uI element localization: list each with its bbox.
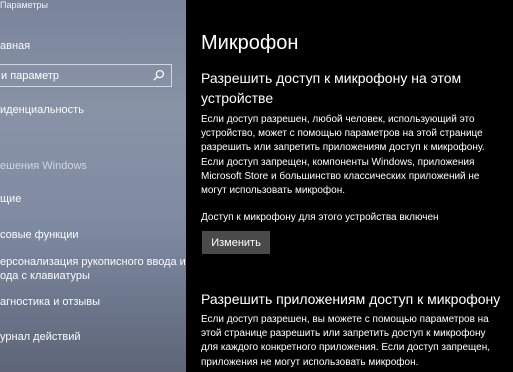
window-title: Параметры [0, 0, 48, 10]
sidebar: Параметры авная и параметр иденциальност… [0, 0, 186, 372]
sidebar-item-inking-typing[interactable]: ерсонализация рукописного ввода и [0, 256, 186, 268]
device-access-status: Доступ к микрофону для этого устройства … [201, 212, 439, 223]
apps-access-heading: Разрешить приложениям доступ к микрофону [201, 291, 501, 307]
device-access-heading: Разрешить доступ к микрофону на этом уст… [201, 70, 462, 106]
page-title: Микрофон [201, 32, 299, 54]
sidebar-item-inking-typing-cont[interactable]: ода с клавиатуры [0, 270, 90, 282]
apps-access-description: Если доступ разрешен, вы можете с помощь… [201, 314, 491, 368]
search-placeholder: и параметр [1, 70, 59, 82]
sidebar-item-speech[interactable]: совые функции [0, 229, 79, 241]
sidebar-item-home[interactable]: авная [0, 40, 30, 52]
main-content: Микрофон Разрешить доступ к микрофону на… [186, 0, 513, 372]
sidebar-item-diagnostics[interactable]: агностика и отзывы [0, 296, 100, 308]
sidebar-item-general[interactable]: щие [0, 193, 21, 205]
search-icon[interactable] [152, 69, 165, 82]
change-button[interactable]: Изменить [202, 231, 270, 254]
sidebar-item-activity-history[interactable]: урнал действий [0, 331, 81, 343]
device-access-description: Если доступ разрешен, любой человек, исп… [201, 114, 485, 197]
search-input[interactable]: и параметр [0, 64, 172, 87]
sidebar-item-privacy[interactable]: иденциальность [0, 104, 84, 116]
sidebar-section-windows-permissions: ешения Windows [0, 160, 87, 172]
